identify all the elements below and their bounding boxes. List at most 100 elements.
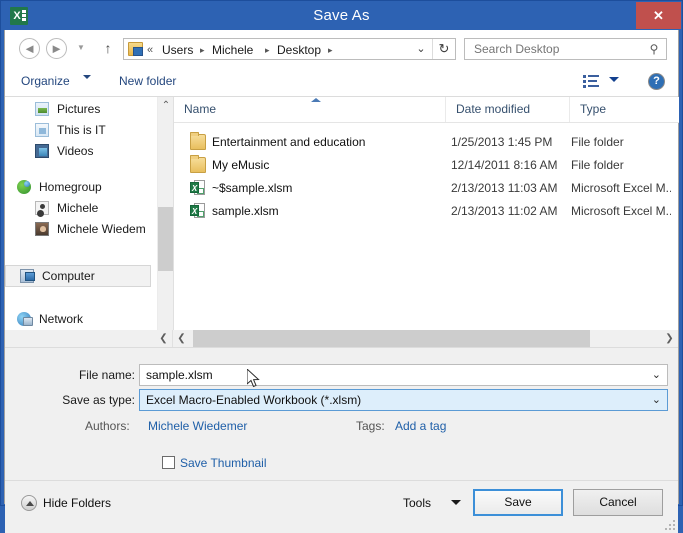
save-button[interactable]: Save: [473, 489, 563, 516]
sidebar-item-homegroup[interactable]: Homegroup: [5, 177, 151, 197]
search-box[interactable]: ⚲: [464, 38, 667, 60]
column-headers: Name Date modified Type: [174, 97, 679, 123]
table-row[interactable]: Entertainment and education 1/25/2013 1:…: [174, 131, 679, 153]
file-name: ~$sample.xlsm: [212, 177, 292, 199]
breadcrumb-item-users[interactable]: Users: [162, 41, 193, 59]
navigation-pane-hscroll-gutter: ❮: [5, 330, 173, 347]
sidebar-item-computer[interactable]: Computer: [5, 265, 151, 287]
organize-button[interactable]: Organize: [21, 72, 70, 91]
scroll-left-icon[interactable]: ❮: [173, 330, 190, 347]
save-as-type-value: Excel Macro-Enabled Workbook (*.xlsm): [146, 390, 361, 410]
table-row[interactable]: X sample.xlsm 2/13/2013 11:02 AM Microso…: [174, 200, 679, 222]
sidebar-item-label: Network: [39, 309, 83, 329]
chevron-down-icon[interactable]: ⌄: [652, 390, 661, 410]
user-photo-icon: [35, 222, 49, 236]
hide-folders-label: Hide Folders: [43, 493, 111, 513]
file-list-horizontal-scrollbar[interactable]: ❮ ❯: [173, 330, 678, 347]
file-date-modified: 2/13/2013 11:02 AM: [451, 200, 558, 222]
close-button[interactable]: ✕: [636, 2, 681, 29]
column-header-date-modified[interactable]: Date modified: [446, 97, 570, 122]
scrollbar-thumb[interactable]: [158, 207, 174, 271]
user-icon: [35, 201, 49, 215]
resize-grip[interactable]: [664, 519, 675, 530]
breadcrumb-overflow-icon[interactable]: «: [147, 41, 153, 59]
table-row[interactable]: X ~$sample.xlsm 2/13/2013 11:03 AM Micro…: [174, 177, 679, 199]
details-view-icon[interactable]: [583, 74, 599, 89]
back-icon[interactable]: ◄: [19, 38, 40, 59]
command-bar: Organize New folder ?: [5, 66, 678, 97]
dialog-footer: Hide Folders Tools Save Cancel: [5, 480, 678, 533]
file-type: File folder: [571, 131, 671, 153]
table-row[interactable]: My eMusic 12/14/2011 8:16 AM File folder: [174, 154, 679, 176]
sort-ascending-icon: [311, 98, 321, 102]
breadcrumb-separator[interactable]: ▸: [200, 41, 205, 59]
breadcrumb[interactable]: « Users ▸ Michele ▸ Desktop ▸ ⌄ ↻: [123, 38, 456, 60]
scrollbar-thumb[interactable]: [193, 330, 590, 347]
folder-icon: [190, 134, 206, 150]
file-type: Microsoft Excel M...: [571, 177, 671, 199]
save-thumbnail-checkbox[interactable]: [162, 456, 175, 469]
homegroup-icon: [17, 180, 31, 194]
save-as-dialog-window: X Save As ✕ ◄ ► ▼ ↑ « Users ▸ Michele ▸ …: [0, 0, 683, 506]
scroll-right-icon[interactable]: ❯: [661, 330, 678, 347]
scroll-left-icon[interactable]: ❮: [155, 330, 172, 347]
folder-icon: [190, 157, 206, 173]
tags-label: Tags:: [356, 417, 385, 435]
help-icon[interactable]: ?: [648, 73, 665, 90]
save-as-type-label: Save as type:: [15, 390, 135, 410]
search-icon[interactable]: ⚲: [648, 43, 660, 55]
chevron-down-icon[interactable]: [83, 75, 91, 79]
column-header-name[interactable]: Name: [174, 97, 446, 122]
videos-icon: [35, 144, 49, 158]
chevron-down-icon[interactable]: ⌄: [652, 365, 661, 385]
breadcrumb-item-desktop[interactable]: Desktop: [277, 41, 321, 59]
file-list: Name Date modified Type Entertainment an…: [173, 97, 678, 340]
file-date-modified: 2/13/2013 11:03 AM: [451, 177, 558, 199]
sidebar-item-label: Homegroup: [39, 177, 102, 197]
sidebar-item-pictures[interactable]: Pictures: [5, 99, 151, 119]
search-input[interactable]: [472, 39, 637, 59]
title-bar: X Save As ✕: [1, 1, 682, 30]
up-icon[interactable]: ↑: [100, 39, 116, 57]
save-thumbnail-label[interactable]: Save Thumbnail: [180, 454, 267, 472]
sidebar-item-michele[interactable]: Michele: [5, 198, 151, 218]
pictures-icon: [35, 102, 49, 116]
navigation-pane-scrollbar[interactable]: ⌃ ⌄: [157, 97, 173, 340]
computer-icon: [20, 269, 34, 283]
folder-shortcut-icon: [35, 123, 49, 137]
save-as-type-select[interactable]: Excel Macro-Enabled Workbook (*.xlsm) ⌄: [139, 389, 668, 411]
authors-label: Authors:: [85, 417, 130, 435]
file-name-label: File name:: [15, 365, 135, 385]
excel-file-icon: X: [190, 180, 206, 196]
sidebar-item-michele-wiedemer[interactable]: Michele Wiedem: [5, 219, 151, 239]
new-folder-button[interactable]: New folder: [119, 72, 176, 91]
add-a-tag-link[interactable]: Add a tag: [395, 417, 446, 435]
sidebar-item-label: This is IT: [57, 120, 106, 140]
file-name-input[interactable]: sample.xlsm ⌄: [139, 364, 668, 386]
file-name: My eMusic: [212, 154, 269, 176]
sidebar-item-network[interactable]: Network: [5, 309, 151, 329]
chevron-down-icon[interactable]: ⌄: [411, 39, 431, 59]
breadcrumb-separator[interactable]: ▸: [328, 41, 333, 59]
tools-button[interactable]: Tools: [403, 493, 431, 513]
chevron-down-icon[interactable]: [609, 77, 619, 82]
cancel-button[interactable]: Cancel: [573, 489, 663, 516]
breadcrumb-separator[interactable]: ▸: [265, 41, 270, 59]
sidebar-item-videos[interactable]: Videos: [5, 141, 151, 161]
sidebar-item-this-is-it[interactable]: This is IT: [5, 120, 151, 140]
file-name-value: sample.xlsm: [146, 365, 213, 385]
chevron-up-circle-icon: [21, 495, 37, 511]
breadcrumb-item-michele[interactable]: Michele: [212, 41, 253, 59]
chevron-down-icon[interactable]: [451, 500, 461, 505]
navigation-pane: Pictures This is IT Videos Homegroup Mic…: [5, 97, 157, 340]
sidebar-item-label: Videos: [57, 141, 93, 161]
address-bar-row: ◄ ► ▼ ↑ « Users ▸ Michele ▸ Desktop ▸ ⌄ …: [5, 30, 678, 66]
forward-icon[interactable]: ►: [46, 38, 67, 59]
refresh-icon[interactable]: ↻: [432, 39, 455, 59]
sidebar-item-label: Computer: [42, 266, 95, 286]
scroll-up-icon[interactable]: ⌃: [158, 97, 174, 114]
authors-value[interactable]: Michele Wiedemer: [148, 417, 247, 435]
column-header-type[interactable]: Type: [570, 97, 679, 122]
recent-locations-icon[interactable]: ▼: [75, 43, 87, 53]
file-date-modified: 12/14/2011 8:16 AM: [451, 154, 558, 176]
